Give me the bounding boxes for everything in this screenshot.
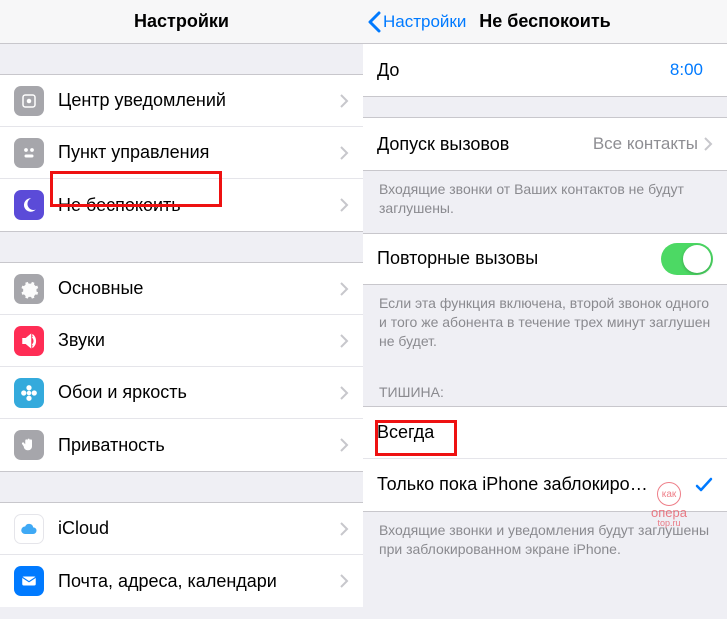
chevron-right-icon [340, 522, 349, 536]
right-navbar: Настройки Не беспокоить [363, 0, 727, 44]
mail-icon [14, 566, 44, 596]
silence-section-header: ТИШИНА: [363, 366, 727, 406]
allow-calls-value: Все контакты [593, 134, 698, 154]
control-center-icon [14, 138, 44, 168]
cloud-icon [14, 514, 44, 544]
row-wallpaper-brightness[interactable]: Обои и яркость [0, 367, 363, 419]
row-notification-center[interactable]: Центр уведомлений [0, 75, 363, 127]
chevron-right-icon [340, 386, 349, 400]
back-button[interactable]: Настройки [367, 0, 466, 44]
chevron-right-icon [704, 137, 713, 151]
to-label: До [377, 60, 670, 81]
chevron-right-icon [340, 146, 349, 160]
allow-calls-label: Допуск вызовов [377, 134, 593, 155]
silence-always-label: Всегда [377, 422, 713, 443]
chevron-right-icon [340, 334, 349, 348]
right-page-title: Не беспокоить [479, 11, 611, 32]
repeated-footer: Если эта функция включена, второй звонок… [363, 285, 727, 366]
row-silence-locked[interactable]: Только пока iPhone заблокиро… [363, 459, 727, 511]
row-schedule-to[interactable]: До 8:00 [363, 44, 727, 96]
row-label: Звуки [58, 330, 340, 351]
chevron-left-icon [367, 11, 381, 33]
chevron-right-icon [340, 438, 349, 452]
speaker-icon [14, 326, 44, 356]
gear-icon [14, 274, 44, 304]
notification-center-icon [14, 86, 44, 116]
chevron-right-icon [340, 282, 349, 296]
settings-group-2: Основные Звуки Обои и яркость [0, 262, 363, 472]
row-do-not-disturb[interactable]: Не беспокоить [0, 179, 363, 231]
settings-group-3: iCloud Почта, адреса, календари [0, 502, 363, 607]
row-label: Пункт управления [58, 142, 340, 163]
row-allow-calls-from[interactable]: Допуск вызовов Все контакты [363, 118, 727, 170]
silence-group: Всегда Только пока iPhone заблокиро… [363, 406, 727, 512]
row-sounds[interactable]: Звуки [0, 315, 363, 367]
row-control-center[interactable]: Пункт управления [0, 127, 363, 179]
row-repeated-calls: Повторные вызовы [363, 233, 727, 285]
row-label: Основные [58, 278, 340, 299]
row-label: Приватность [58, 435, 340, 456]
row-label: Почта, адреса, календари [58, 571, 340, 592]
left-navbar: Настройки [0, 0, 363, 44]
repeated-label: Повторные вызовы [377, 248, 661, 269]
row-label: iCloud [58, 518, 340, 539]
row-privacy[interactable]: Приватность [0, 419, 363, 471]
back-label: Настройки [383, 12, 466, 32]
silence-footer: Входящие звонки и уведомления будут загл… [363, 512, 727, 574]
chevron-right-icon [340, 574, 349, 588]
row-general[interactable]: Основные [0, 263, 363, 315]
to-time-value: 8:00 [670, 60, 703, 80]
row-mail-contacts-calendars[interactable]: Почта, адреса, календари [0, 555, 363, 607]
silence-locked-label: Только пока iPhone заблокиро… [377, 474, 695, 495]
settings-group-1: Центр уведомлений Пункт управления Не бе… [0, 74, 363, 232]
row-icloud[interactable]: iCloud [0, 503, 363, 555]
moon-icon [14, 190, 44, 220]
allow-calls-footer: Входящие звонки от Ваших контактов не бу… [363, 171, 727, 233]
left-page-title: Настройки [134, 11, 229, 32]
row-label: Обои и яркость [58, 382, 340, 403]
flower-icon [14, 378, 44, 408]
row-label: Не беспокоить [58, 195, 340, 216]
schedule-group: До 8:00 [363, 44, 727, 97]
repeated-calls-switch[interactable] [661, 243, 713, 275]
row-silence-always[interactable]: Всегда [363, 407, 727, 459]
allow-calls-group: Допуск вызовов Все контакты [363, 117, 727, 171]
chevron-right-icon [340, 198, 349, 212]
checkmark-icon [695, 476, 713, 494]
chevron-right-icon [340, 94, 349, 108]
row-label: Центр уведомлений [58, 90, 340, 111]
hand-icon [14, 430, 44, 460]
